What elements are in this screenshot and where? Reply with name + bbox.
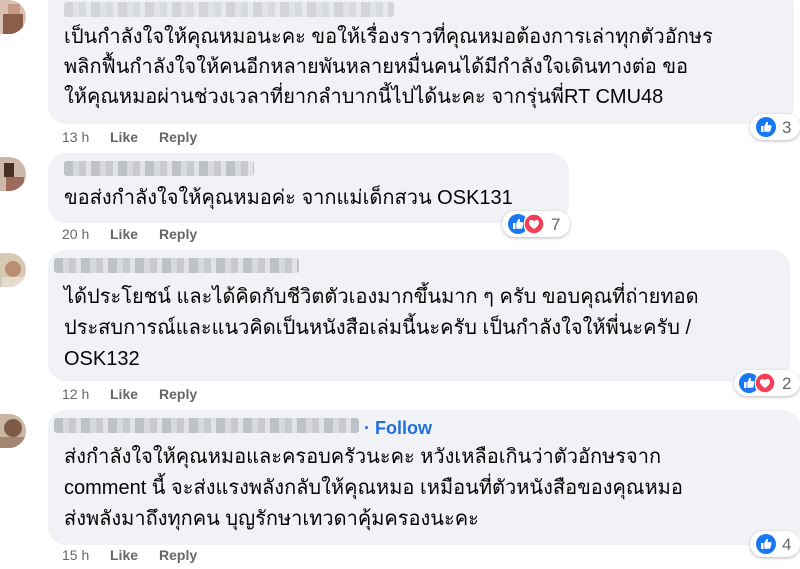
love-icon <box>524 214 544 234</box>
reaction-count: 7 <box>551 215 561 234</box>
avatar[interactable] <box>0 0 26 34</box>
comment-timestamp[interactable]: 20 h <box>62 226 89 242</box>
comment-bubble: เป็นกำลังใจให้คุณหมอนะคะ ขอให้เรื่องราวท… <box>48 0 794 124</box>
comment-text-line: ให้คุณหมอผ่านช่วงเวลาที่ยากลำบากนี้ไปได้… <box>64 86 664 108</box>
avatar[interactable] <box>0 253 26 287</box>
comment-text-line: comment นี้ จะส่งแรงพลังกลับให้คุณหมอ เห… <box>64 477 683 499</box>
comment-text-line: ประสบการณ์และแนวคิดเป็นหนังสือเล่มนี้นะค… <box>64 317 692 339</box>
reaction-summary[interactable]: 3 <box>750 114 800 140</box>
comment-text-line: OSK132 <box>64 348 140 370</box>
like-button[interactable]: Like <box>110 226 138 242</box>
comment-text-line: ขอส่งกำลังใจให้คุณหมอค่ะ จากแม่เด็กสวน O… <box>64 187 513 209</box>
commenter-name-blurred[interactable] <box>54 418 359 433</box>
reply-button[interactable]: Reply <box>159 547 197 563</box>
comment-bubble: ขอส่งกำลังใจให้คุณหมอค่ะ จากแม่เด็กสวน O… <box>48 153 569 223</box>
avatar[interactable] <box>0 157 26 191</box>
like-button[interactable]: Like <box>110 129 138 145</box>
comment-text-line: ส่งพลังมาถึงทุกคน บุญรักษาเทวดาคุ้มครองน… <box>64 508 479 530</box>
follow-button[interactable]: · Follow <box>364 418 432 439</box>
comment-timestamp[interactable]: 13 h <box>62 129 89 145</box>
reaction-summary[interactable]: 4 <box>750 531 800 557</box>
comment-bubble: ได้ประโยชน์ และได้คิดกับชีวิตตัวเองมากขึ… <box>48 250 790 381</box>
reply-button[interactable]: Reply <box>159 129 197 145</box>
comment-text-line: เป็นกำลังใจให้คุณหมอนะคะ ขอให้เรื่องราวท… <box>64 26 713 48</box>
commenter-name-blurred[interactable] <box>64 2 394 17</box>
reaction-count: 3 <box>782 118 792 137</box>
comment-timestamp[interactable]: 12 h <box>62 386 89 402</box>
comment-text-line: พลิกฟื้นกำลังใจให้คนอีกหลายพันหลายหมื่นค… <box>64 56 689 78</box>
like-button[interactable]: Like <box>110 547 138 563</box>
commenter-name-blurred[interactable] <box>54 258 299 273</box>
commenter-name-blurred[interactable] <box>64 161 254 176</box>
like-icon <box>756 534 776 554</box>
comment-bubble: · Follow ส่งกำลังใจให้คุณหมอและครอบครัวน… <box>48 410 800 545</box>
reaction-summary[interactable]: 7 <box>502 211 570 237</box>
avatar[interactable] <box>0 414 26 448</box>
comment-text-line: ได้ประโยชน์ และได้คิดกับชีวิตตัวเองมากขึ… <box>64 286 699 308</box>
reaction-count: 4 <box>782 535 792 554</box>
comment-text-line: ส่งกำลังใจให้คุณหมอและครอบครัวนะคะ หวังเ… <box>64 446 662 468</box>
comment-timestamp[interactable]: 15 h <box>62 547 89 563</box>
love-icon <box>755 373 775 393</box>
reaction-count: 2 <box>782 374 792 393</box>
reply-button[interactable]: Reply <box>159 386 197 402</box>
like-icon <box>756 117 776 137</box>
reply-button[interactable]: Reply <box>159 226 197 242</box>
reaction-summary[interactable]: 2 <box>734 370 800 396</box>
like-button[interactable]: Like <box>110 386 138 402</box>
